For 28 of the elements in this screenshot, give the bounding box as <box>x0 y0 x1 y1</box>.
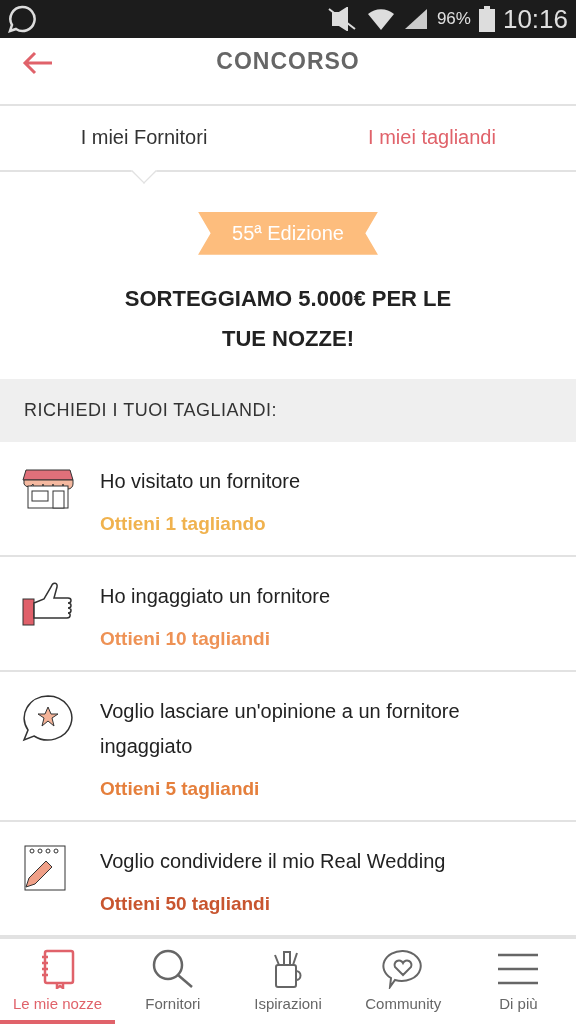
reward-link[interactable]: Ottieni 50 tagliandi <box>100 893 446 916</box>
tab[interactable]: I miei Fornitori <box>0 106 288 170</box>
clock-time: 10:16 <box>502 3 568 35</box>
request-text: Voglio lasciare un'opinione a un fornitore ingaggiato <box>100 699 461 760</box>
request-row[interactable]: Voglio lasciare un'opinione a un fornitore ingaggiato Ottieni 5 tagliandi <box>0 672 576 823</box>
nav-tab[interactable]: Di più <box>460 939 576 1024</box>
nav-tab[interactable]: Fornitori <box>115 939 231 1024</box>
notepad-pencil-icon <box>22 844 68 893</box>
request-text: Voglio condividere il mio Real Wedding <box>100 849 446 875</box>
request-text: Ho visitato un fornitore <box>100 469 301 495</box>
nav-tab[interactable]: Community <box>345 939 461 1024</box>
heart-bubble-icon <box>382 949 425 990</box>
tab[interactable]: I miei tagliandi <box>288 106 576 170</box>
nav-tab[interactable]: Le mie nozze <box>0 939 116 1024</box>
nav-tab[interactable]: Ispirazioni <box>230 939 346 1024</box>
battery-percentage: 96% <box>436 9 471 30</box>
request-row[interactable]: Ho visitato un fornitore Ottieni 1 tagliando <box>0 442 576 558</box>
request-row[interactable]: Voglio condividere il mio Real Wedding Ottieni 50 tagliandi <box>0 822 576 938</box>
section-title: RICHIEDI I TUOI TAGLIANDI: <box>24 400 278 422</box>
search-icon <box>150 949 195 990</box>
chat-app-icon <box>8 5 36 34</box>
edition-ribbon: 55ª Edizione <box>198 211 378 255</box>
notebook-icon <box>39 949 76 990</box>
contest-headline: SORTEGGIAMO 5.000€ PER LE TUE NOZZE! <box>123 284 453 353</box>
request-row[interactable]: Ho ingaggiato un fornitore Ottieni 10 tagliandi <box>0 557 576 673</box>
battery-icon <box>478 6 495 33</box>
page-title: CONCORSO <box>216 47 360 76</box>
request-text: Ho ingaggiato un fornitore <box>100 584 331 610</box>
